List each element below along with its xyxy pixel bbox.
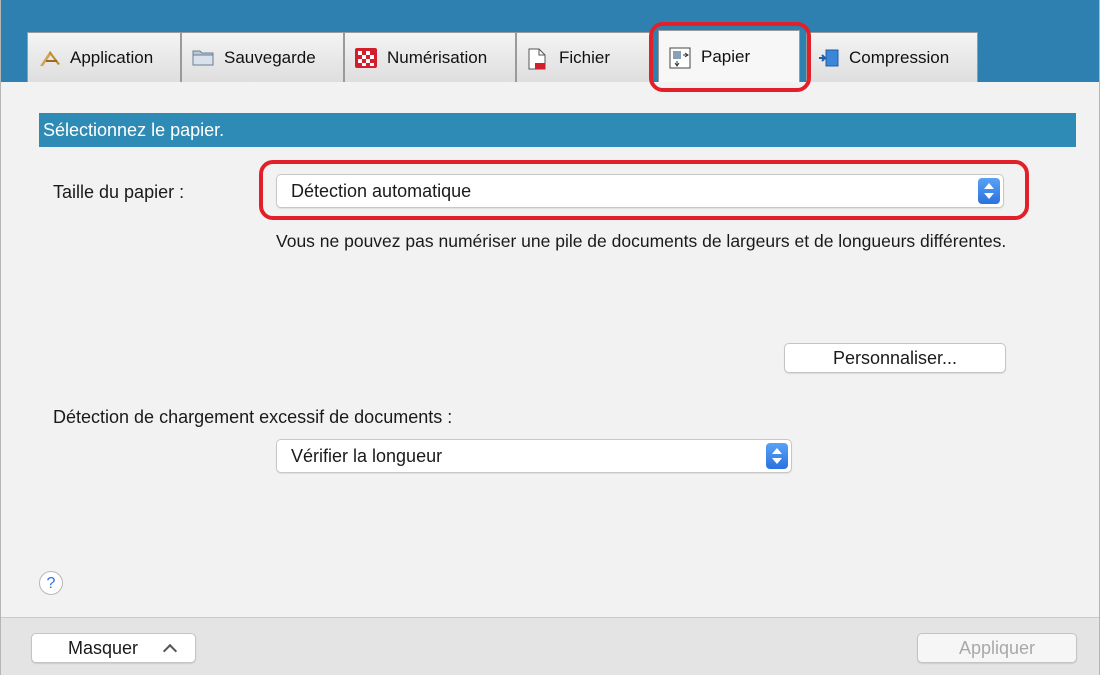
customize-button[interactable]: Personnaliser... xyxy=(784,343,1006,373)
application-icon xyxy=(38,48,60,68)
apply-button[interactable]: Appliquer xyxy=(917,633,1077,663)
overload-detection-label: Détection de chargement excessif de docu… xyxy=(53,407,453,427)
section-title: Sélectionnez le papier. xyxy=(39,113,1076,147)
tab-label: Numérisation xyxy=(387,47,488,67)
paper-size-value: Détection automatique xyxy=(291,181,472,201)
tab-fichier[interactable]: Fichier xyxy=(516,32,651,82)
paper-size-select[interactable]: Détection automatique xyxy=(276,174,1004,208)
tab-compression[interactable]: Compression xyxy=(806,32,978,82)
chevron-up-icon xyxy=(162,643,178,659)
select-arrows-icon xyxy=(978,178,1000,204)
tab-bar: Application Sauvegarde Numérisation Fich… xyxy=(1,0,1099,82)
tab-numerisation[interactable]: Numérisation xyxy=(344,32,516,82)
compression-icon xyxy=(817,48,839,68)
file-icon xyxy=(527,48,549,69)
tab-sauvegarde[interactable]: Sauvegarde xyxy=(181,32,344,82)
hide-button-label: Masquer xyxy=(68,638,139,658)
help-button[interactable]: ? xyxy=(39,571,63,595)
scan-icon xyxy=(355,47,377,68)
paper-size-label: Taille du papier : xyxy=(53,182,185,202)
overload-detection-value: Vérifier la longueur xyxy=(291,446,443,466)
select-arrows-icon xyxy=(766,443,788,469)
overload-detection-select[interactable]: Vérifier la longueur xyxy=(276,439,792,473)
paper-size-note: Vous ne pouvez pas numériser une pile de… xyxy=(276,231,1007,251)
tab-label: Papier xyxy=(701,46,751,66)
preferences-window: Application Sauvegarde Numérisation Fich… xyxy=(0,0,1100,675)
tab-label: Sauvegarde xyxy=(224,47,316,67)
tab-label: Fichier xyxy=(559,47,611,67)
paper-icon xyxy=(669,47,691,68)
tab-label: Compression xyxy=(849,47,950,67)
tab-papier[interactable]: Papier xyxy=(658,30,800,82)
tab-application[interactable]: Application xyxy=(27,32,181,82)
tab-label: Application xyxy=(70,47,154,67)
folder-icon xyxy=(192,48,214,68)
hide-button[interactable]: Masquer xyxy=(31,633,196,663)
